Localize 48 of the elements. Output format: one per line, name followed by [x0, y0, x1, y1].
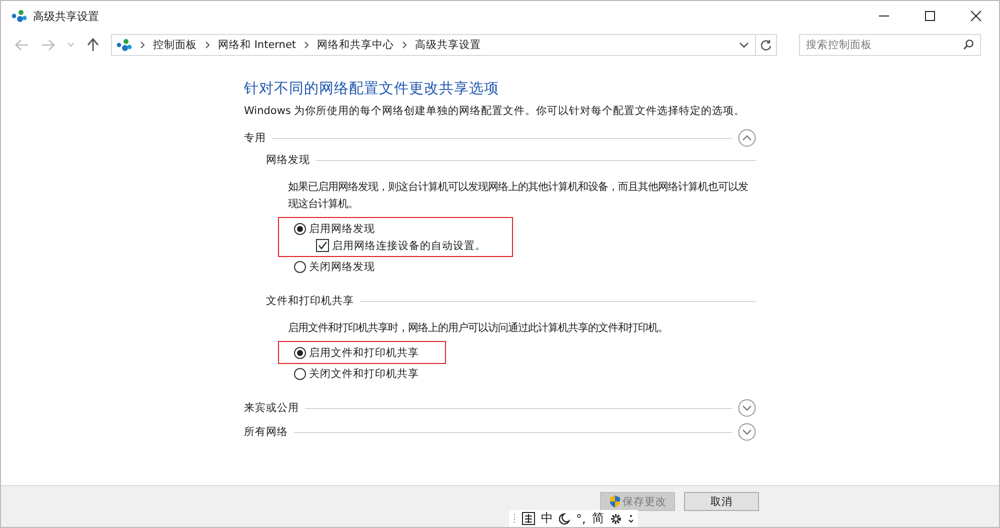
shield-icon [608, 495, 620, 508]
close-icon[interactable] [970, 10, 982, 22]
expand-icon[interactable] [738, 423, 756, 441]
window-title: 高级共享设置 [33, 8, 99, 24]
breadcrumb-item[interactable]: 高级共享设置 [415, 38, 482, 52]
keyboard-grid-icon[interactable] [522, 512, 535, 525]
chevron-icon [402, 41, 408, 49]
section-title[interactable]: 专用 [244, 131, 266, 145]
breadcrumb-item[interactable]: 控制面板 [153, 38, 197, 52]
ime-mode[interactable]: 中 [541, 510, 553, 527]
chevron-icon [205, 41, 210, 49]
dropdown-icon[interactable] [739, 42, 749, 48]
punctuation-mode[interactable]: °, [576, 512, 586, 526]
radio-option[interactable]: 关闭文件和打印机共享 [294, 365, 419, 382]
moon-icon[interactable] [559, 512, 570, 524]
section-title[interactable]: 所有网络 [244, 425, 288, 439]
more-icon[interactable] [628, 512, 634, 524]
radio-option[interactable]: 启用网络发现 [294, 220, 486, 237]
page-heading: 针对不同的网络配置文件更改共享选项 [244, 80, 500, 98]
search-field[interactable]: 搜索控制面板 [799, 34, 981, 56]
network-icon [11, 9, 27, 23]
intro-text: Windows 为你所使用的每个网络创建单独的网络配置文件。你可以针对每个配置文件选择特定的选项。 [244, 104, 746, 118]
refresh-icon [760, 39, 772, 51]
radio-option[interactable]: 启用文件和打印机共享 [294, 344, 419, 361]
subsection-title: 文件和打印机共享 [266, 294, 354, 308]
network-icon [116, 38, 132, 52]
simplified-mode[interactable]: 简 [592, 510, 604, 527]
checkbox-option[interactable]: 启用网络连接设备的自动设置。 [294, 237, 486, 254]
subsection-title: 网络发现 [266, 153, 310, 167]
collapse-icon[interactable] [738, 129, 756, 147]
expand-icon[interactable] [738, 399, 756, 417]
description-text: 启用文件和打印机共享时，网络上的用户可以访问通过此计算机共享的文件和打印机。 [287, 321, 669, 336]
section-title[interactable]: 来宾或公用 [244, 401, 299, 415]
radio-option[interactable]: 关闭网络发现 [294, 258, 375, 275]
search-icon [963, 39, 974, 50]
address-bar[interactable]: 控制面板 网络和 Internet 网络和共享中心 高级共享设置 [111, 34, 756, 56]
check-icon [317, 240, 328, 251]
grip-icon[interactable] [513, 512, 516, 524]
breadcrumb-item[interactable]: 网络和共享中心 [317, 38, 394, 52]
description-text: 如果已启用网络发现，则这台计算机可以发现网络上的其他计算机和设备，而且其他网络计算机也可以发现这台计算机。 [287, 180, 749, 212]
breadcrumb-item[interactable]: 网络和 Internet [218, 38, 296, 52]
chevron-icon [304, 41, 310, 49]
chevron-icon [140, 41, 145, 49]
up-arrow-icon[interactable] [87, 38, 99, 52]
maximize-icon[interactable] [924, 10, 936, 22]
refresh-button[interactable] [755, 34, 777, 56]
settings-icon[interactable] [610, 512, 622, 524]
cancel-button[interactable]: 取消 [684, 492, 759, 511]
